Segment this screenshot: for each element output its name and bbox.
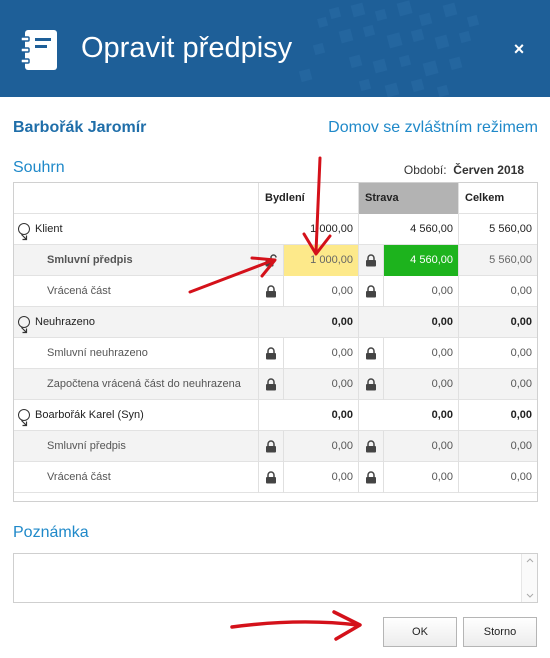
cell-celkem: 0,00 [510,378,532,390]
table-row: Klient 1 000,00 4 560,00 5 560,00 [14,214,537,245]
table-row: Smluvní předpis 1 000,00 4 560,00 5 560,… [14,245,537,276]
notebook-icon [20,30,57,70]
cell-strava[interactable]: 0,00 [384,338,459,369]
period-label: Období: [403,163,447,177]
cell-celkem: 5 560,00 [489,223,532,235]
column-header-celkem[interactable]: Celkem [459,183,537,214]
cell-bydleni[interactable]: 0,00 [284,338,359,369]
cell-bydleni[interactable]: 0,00 [284,462,359,493]
collapse-icon[interactable] [18,316,30,334]
unlock-icon[interactable] [265,254,277,267]
cell-celkem: 0,00 [510,440,532,452]
grid-header: Bydlení Strava Celkem [14,183,537,214]
cell-bydleni-editable[interactable]: 1 000,00 [284,245,359,276]
table-row: Vrácená část 0,00 0,00 0,00 [14,462,537,493]
row-label: Smluvní předpis [14,245,259,276]
row-label-container[interactable]: Neuhrazeno [14,307,259,338]
client-name: Barbořák Jaromír [13,119,147,136]
collapse-icon[interactable] [18,223,30,241]
window-title: Opravit předpisy [81,32,293,64]
row-label-container[interactable]: Klient [14,214,259,245]
cell-bydleni[interactable]: 0,00 [284,431,359,462]
cell-strava-editable[interactable]: 4 560,00 [384,245,459,276]
arrow-to-ok-button [230,610,362,641]
cell-strava: 0,00 [359,400,459,431]
row-label-container[interactable]: Boarbořák Karel (Syn) [14,400,259,431]
cancel-button[interactable]: Storno [463,617,537,647]
cell-bydleni: 0,00 [259,400,359,431]
lock-cell[interactable] [259,431,284,462]
lock-icon[interactable] [265,471,277,484]
table-row: Smluvní neuhrazeno 0,00 0,00 0,00 [14,338,537,369]
lock-cell[interactable] [259,276,284,307]
lock-cell[interactable] [259,462,284,493]
cell-bydleni: 0,00 [259,307,359,338]
lock-cell[interactable] [359,338,384,369]
cell-celkem: 0,00 [510,409,532,421]
cell-bydleni[interactable]: 0,00 [284,276,359,307]
column-header-strava[interactable]: Strava [359,183,459,214]
cell-strava[interactable]: 0,00 [384,462,459,493]
cell-celkem: 0,00 [510,316,532,328]
cell-strava[interactable]: 0,00 [384,276,459,307]
mode-link[interactable]: Domov se zvláštním režimem [328,119,538,137]
note-title: Poznámka [13,524,89,541]
cell-strava[interactable]: 0,00 [384,431,459,462]
lock-cell[interactable] [359,276,384,307]
summary-title: Souhrn [13,159,65,176]
period-value: Červen 2018 [453,163,524,177]
row-label: Smluvní předpis [14,431,259,462]
lock-cell[interactable] [359,369,384,400]
close-button[interactable]: × [508,38,530,60]
scroll-arrows-icon[interactable] [522,554,538,602]
cell-strava: 4 560,00 [359,214,459,245]
lock-cell[interactable] [259,369,284,400]
table-row: Smluvní předpis 0,00 0,00 0,00 [14,431,537,462]
column-header-bydleni[interactable]: Bydlení [259,183,359,214]
lock-icon[interactable] [365,440,377,453]
header-empty [14,183,259,214]
row-label: Neuhrazeno [35,316,95,328]
cell-celkem: 0,00 [510,471,532,483]
lock-cell[interactable] [359,245,384,276]
lock-icon[interactable] [365,471,377,484]
ok-button[interactable]: OK [383,617,457,647]
row-label: Boarbořák Karel (Syn) [35,409,144,421]
table-row: Započtena vrácená část do neuhrazena 0,0… [14,369,537,400]
summary-grid: Bydlení Strava Celkem Klient 1 000,00 4 … [13,182,538,502]
row-label: Vrácená část [14,276,259,307]
note-textarea[interactable] [13,553,538,603]
lock-icon[interactable] [265,440,277,453]
period-display: Období: Červen 2018 [404,163,524,177]
cell-bydleni: 1 000,00 [259,214,359,245]
row-label: Klient [35,223,63,235]
lock-cell[interactable] [359,462,384,493]
cell-strava: 0,00 [359,307,459,338]
lock-cell[interactable] [259,338,284,369]
cell-celkem: 5 560,00 [489,254,532,266]
collapse-icon[interactable] [18,409,30,427]
lock-icon[interactable] [265,347,277,360]
row-label: Vrácená část [14,462,259,493]
title-bar: Opravit předpisy × [0,0,550,97]
table-row: Neuhrazeno 0,00 0,00 0,00 [14,307,537,338]
lock-icon[interactable] [265,378,277,391]
lock-icon[interactable] [365,378,377,391]
lock-icon[interactable] [365,254,377,267]
table-row: Boarbořák Karel (Syn) 0,00 0,00 0,00 [14,400,537,431]
cell-celkem: 0,00 [510,347,532,359]
lock-icon[interactable] [265,285,277,298]
note-scrollbar[interactable] [521,554,537,602]
cell-celkem: 0,00 [510,285,532,297]
lock-icon[interactable] [365,347,377,360]
row-label: Smluvní neuhrazeno [14,338,259,369]
lock-icon[interactable] [365,285,377,298]
table-row: Vrácená část 0,00 0,00 0,00 [14,276,537,307]
cell-bydleni[interactable]: 0,00 [284,369,359,400]
lock-cell[interactable] [259,245,284,276]
cell-strava[interactable]: 0,00 [384,369,459,400]
lock-cell[interactable] [359,431,384,462]
row-label: Započtena vrácená část do neuhrazena [14,369,259,400]
